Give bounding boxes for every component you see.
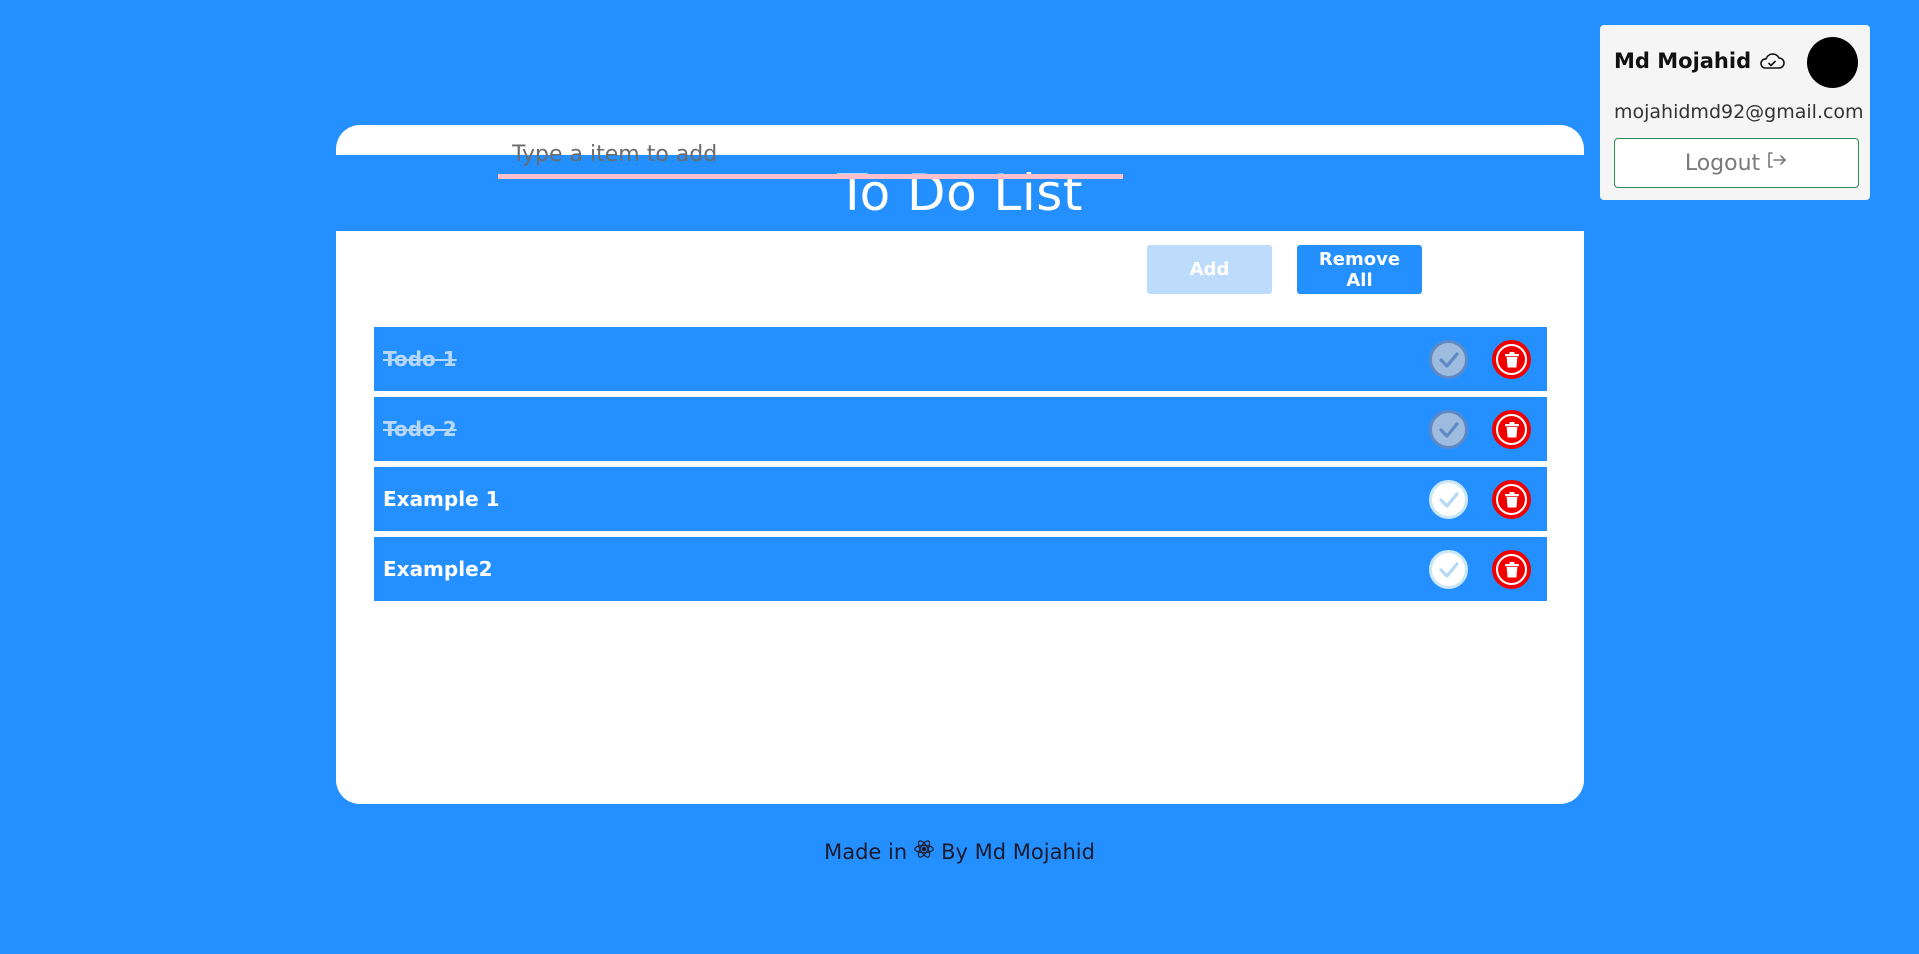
delete-button[interactable]: [1492, 550, 1531, 589]
remove-all-button[interactable]: Remove All: [1297, 245, 1422, 294]
todo-list: Todo 1 Todo 2 Example 1 Example2: [374, 327, 1547, 607]
react-atom-icon: [913, 838, 935, 865]
complete-check-icon[interactable]: [1429, 480, 1468, 519]
todo-text: Example2: [383, 557, 493, 581]
add-button[interactable]: Add: [1147, 245, 1272, 294]
footer: Made in By Md Mojahid: [0, 838, 1919, 865]
complete-check-icon[interactable]: [1429, 340, 1468, 379]
todo-item: Todo 2: [374, 397, 1547, 461]
delete-button[interactable]: [1492, 410, 1531, 449]
trash-icon: [1498, 486, 1525, 513]
todo-text: Todo 2: [383, 417, 457, 441]
logout-button[interactable]: Logout: [1614, 138, 1859, 188]
user-email: mojahidmd92@gmail.com: [1614, 101, 1864, 123]
delete-button[interactable]: [1492, 480, 1531, 519]
avatar[interactable]: [1807, 37, 1858, 88]
todo-item: Example 1: [374, 467, 1547, 531]
todo-item: Todo 1: [374, 327, 1547, 391]
footer-made-in: Made in: [824, 839, 908, 864]
complete-check-icon[interactable]: [1429, 550, 1468, 589]
trash-icon: [1498, 346, 1525, 373]
todo-text: Todo 1: [383, 347, 457, 371]
trash-icon: [1498, 416, 1525, 443]
todo-input[interactable]: [498, 135, 1123, 179]
user-name: Md Mojahid: [1614, 49, 1752, 73]
user-card: Md Mojahid mojahidmd92@gmail.com Logout: [1600, 25, 1870, 200]
trash-icon: [1498, 556, 1525, 583]
todo-item: Example2: [374, 537, 1547, 601]
logout-arrow-icon: [1766, 150, 1788, 176]
todo-card: To Do List Add Remove All Todo 1Todo 2Ex…: [336, 125, 1584, 804]
delete-button[interactable]: [1492, 340, 1531, 379]
complete-check-icon[interactable]: [1429, 410, 1468, 449]
todo-text: Example 1: [383, 487, 500, 511]
cloud-icon: [1758, 51, 1786, 73]
logout-label: Logout: [1684, 150, 1761, 176]
footer-by: By Md Mojahid: [941, 839, 1095, 864]
